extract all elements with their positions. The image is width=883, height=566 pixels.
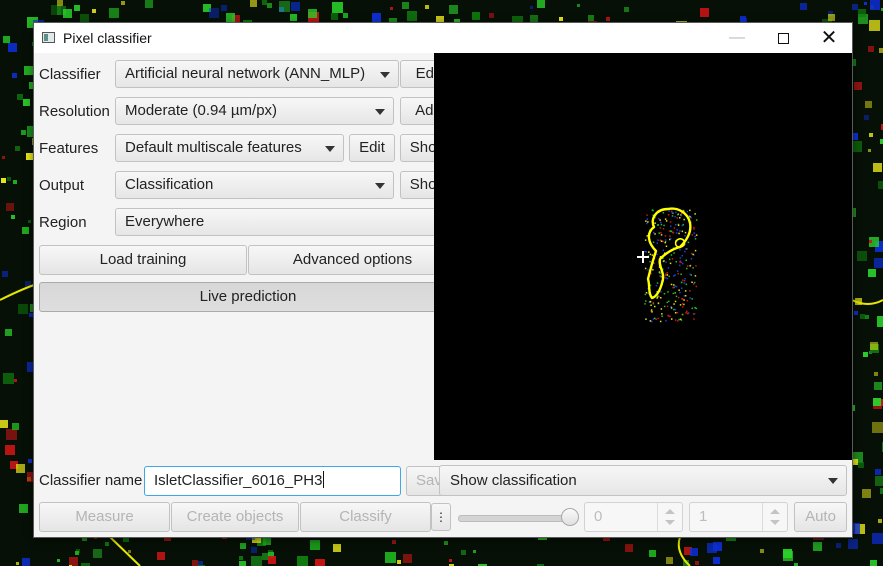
measure-button[interactable]: Measure [39,502,170,532]
window-title: Pixel classifier [63,30,152,46]
overlay-display-select[interactable]: Show classification [439,465,847,496]
output-label: Output [39,177,85,194]
spinner-down-icon[interactable] [770,520,780,525]
classifier-name-input[interactable]: IsletClassifier_6016_PH3 [144,466,401,496]
classifier-name-value: IsletClassifier_6016_PH3 [154,472,323,489]
resolution-label: Resolution [39,103,110,120]
spinner-up-icon[interactable] [770,509,780,514]
output-select-value: Classification [125,176,214,193]
load-training-button[interactable]: Load training [39,245,247,275]
dropdown-arrow-icon [375,109,385,115]
resolution-select[interactable]: Moderate (0.94 µm/px) [115,97,394,125]
image-viewer[interactable] [434,53,852,460]
create-objects-button[interactable]: Create objects [171,502,299,532]
spinner-down-icon[interactable] [665,520,675,525]
pixel-classifier-window: Pixel classifier — ✕ Classifier Artifici… [34,23,852,537]
features-select[interactable]: Default multiscale features [115,134,344,162]
features-edit-button[interactable]: Edit [349,134,395,162]
resolution-select-value: Moderate (0.94 µm/px) [125,102,278,119]
dropdown-arrow-icon [375,183,385,189]
features-select-value: Default multiscale features [125,139,302,156]
hole-size-spinner[interactable]: 1 [689,502,788,532]
min-size-spinner-value: 0 [594,508,603,525]
dropdown-arrow-icon [325,146,335,152]
classify-button[interactable]: Classify [300,502,431,532]
advanced-options-button[interactable]: Advanced options [248,245,457,275]
region-select-value: Everywhere [125,213,205,230]
classifier-label: Classifier [39,66,101,83]
title-bar[interactable]: Pixel classifier — ✕ [34,23,852,53]
more-options-icon[interactable]: ⋮ [431,503,451,531]
output-select[interactable]: Classification [115,171,394,199]
classifier-select[interactable]: Artificial neural network (ANN_MLP) [115,60,399,88]
region-label: Region [39,214,87,231]
classifier-name-label: Classifier name [39,472,143,489]
minimize-icon[interactable]: — [714,23,760,53]
threshold-slider-thumb[interactable] [561,508,579,526]
hole-size-spinner-value: 1 [699,508,708,525]
crosshair-cursor-icon [637,251,649,263]
threshold-slider-track[interactable] [458,515,572,522]
dropdown-arrow-icon [828,478,838,484]
auto-button[interactable]: Auto [794,502,847,532]
islet-annotation-outline [646,207,692,300]
live-prediction-toggle[interactable]: Live prediction [39,282,457,312]
overlay-display-select-value: Show classification [450,472,577,489]
dropdown-arrow-icon [380,72,390,78]
viewer-canvas [637,207,698,323]
region-select[interactable]: Everywhere [115,208,457,236]
min-size-spinner[interactable]: 0 [584,502,683,532]
classifier-select-value: Artificial neural network (ANN_MLP) [125,65,366,82]
maximize-icon[interactable] [760,23,806,53]
app-icon [42,32,55,43]
close-icon[interactable]: ✕ [806,23,852,53]
spinner-up-icon[interactable] [665,509,675,514]
features-label: Features [39,140,99,157]
